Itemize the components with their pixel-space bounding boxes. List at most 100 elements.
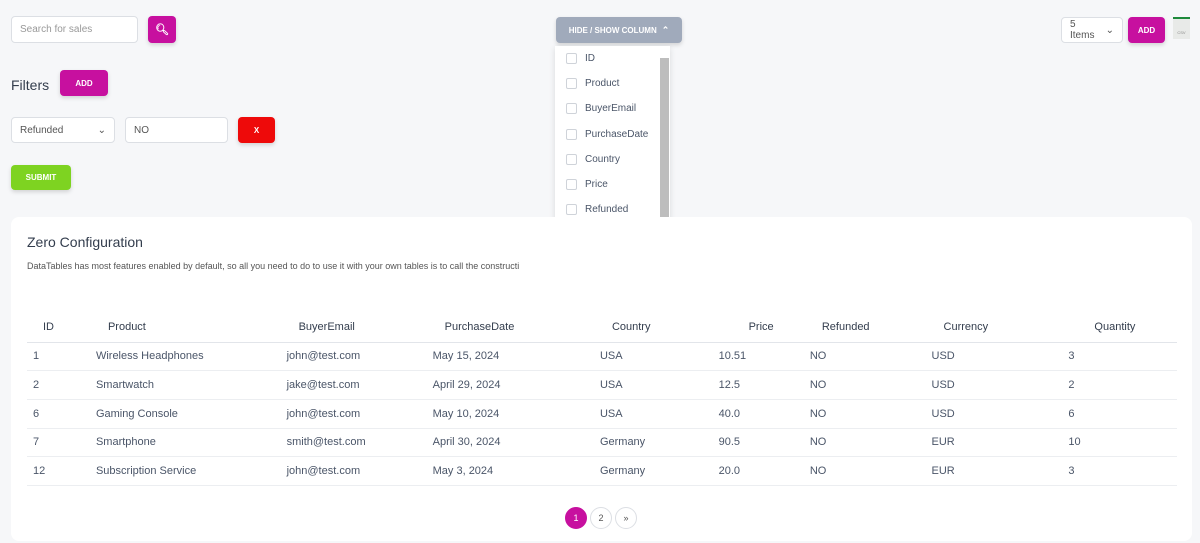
search-button[interactable]: 🔍︎ xyxy=(148,16,176,43)
checkbox[interactable] xyxy=(566,128,577,140)
column-header-purchasedate[interactable]: PurchaseDate xyxy=(432,312,600,343)
cell-price: 40.0 xyxy=(718,399,810,429)
column-toggle-label: Product xyxy=(585,78,620,90)
cell-id: 12 xyxy=(27,456,96,486)
column-toggle-label: Price xyxy=(585,179,608,191)
cell-quantity: 3 xyxy=(1068,342,1177,372)
cell-product: Smartwatch xyxy=(95,370,287,400)
checkbox[interactable] xyxy=(566,153,577,165)
cell-country: USA xyxy=(599,370,719,400)
cell-country: Germany xyxy=(599,456,719,486)
column-toggle-price[interactable]: Price xyxy=(555,172,670,197)
cell-refunded: NO xyxy=(809,428,932,458)
column-header-quantity[interactable]: Quantity xyxy=(1068,312,1177,343)
column-header-product[interactable]: Product xyxy=(95,312,287,343)
cell-quantity: 10 xyxy=(1068,428,1177,458)
column-toggle-label: Country xyxy=(585,153,621,165)
cell-refunded: NO xyxy=(809,370,932,400)
cell-currency: USD xyxy=(931,370,1069,400)
cell-purchasedate: April 29, 2024 xyxy=(432,370,600,400)
column-toggle-purchasedate[interactable]: PurchaseDate xyxy=(555,122,670,147)
card-description: DataTables has most features enabled by … xyxy=(27,261,520,271)
card-title: Zero Configuration xyxy=(27,234,143,250)
table-row[interactable]: 2 Smartwatch jake@test.com April 29, 2024 US… xyxy=(27,370,1177,400)
checkbox[interactable] xyxy=(566,53,577,65)
cell-purchasedate: May 15, 2024 xyxy=(432,342,600,372)
cell-currency: USD xyxy=(931,399,1069,429)
cell-id: 7 xyxy=(27,428,96,458)
cell-product: Wireless Headphones xyxy=(95,342,287,372)
cell-country: USA xyxy=(599,342,719,372)
page-2-button[interactable]: 2 xyxy=(590,507,612,529)
checkbox[interactable] xyxy=(566,179,577,191)
chevron-up-icon: ⌃ xyxy=(661,24,670,35)
cell-buyeremail: john@test.com xyxy=(286,456,433,486)
csv-export-icon[interactable]: CSV xyxy=(1173,17,1190,39)
items-select-value: 5 Items xyxy=(1070,19,1095,41)
cell-id: 2 xyxy=(27,370,96,400)
cell-id: 1 xyxy=(27,342,96,372)
column-toggle-product[interactable]: Product xyxy=(555,71,670,96)
cell-product: Smartphone xyxy=(95,428,287,458)
cell-quantity: 2 xyxy=(1068,370,1177,400)
column-toggle-buyeremail[interactable]: BuyerEmail xyxy=(555,96,670,121)
checkbox[interactable] xyxy=(566,103,577,115)
cell-refunded: NO xyxy=(809,399,932,429)
filter-field-value: Refunded xyxy=(20,124,64,136)
cell-refunded: NO xyxy=(809,456,932,486)
table-row[interactable]: 1 Wireless Headphones john@test.com May 15,… xyxy=(27,342,1177,372)
cell-quantity: 3 xyxy=(1068,456,1177,486)
cell-country: USA xyxy=(599,399,719,429)
cell-price: 10.51 xyxy=(718,342,810,372)
cell-product: Subscription Service xyxy=(95,456,287,486)
cell-price: 20.0 xyxy=(718,456,810,486)
cell-buyeremail: john@test.com xyxy=(286,342,433,372)
column-header-refunded[interactable]: Refunded xyxy=(809,312,932,343)
search-icon: 🔍︎ xyxy=(155,24,169,36)
items-per-page-select[interactable]: 5 Items ⌄ xyxy=(1061,17,1123,43)
column-toggle-label: BuyerEmail xyxy=(585,103,637,115)
table-row[interactable]: 7 Smartphone smith@test.com April 30, 2024 G… xyxy=(27,428,1177,458)
column-header-price[interactable]: Price xyxy=(718,312,810,343)
column-header-buyeremail[interactable]: BuyerEmail xyxy=(286,312,433,343)
cell-refunded: NO xyxy=(809,342,932,372)
table-row[interactable]: 12 Subscription Service john@test.com May 3… xyxy=(27,456,1177,486)
filter-value-input[interactable]: NO xyxy=(125,117,228,143)
hide-show-column-button[interactable]: HIDE / SHOW COLUMN ⌃ xyxy=(556,17,682,43)
cell-currency: USD xyxy=(931,342,1069,372)
add-button[interactable]: ADD xyxy=(1128,17,1165,43)
cell-id: 6 xyxy=(27,399,96,429)
remove-filter-button[interactable]: X xyxy=(238,117,275,143)
column-toggle-country[interactable]: Country xyxy=(555,147,670,172)
checkbox[interactable] xyxy=(566,78,577,90)
cell-price: 90.5 xyxy=(718,428,810,458)
chevron-down-icon: ⌄ xyxy=(1105,24,1114,36)
table-row[interactable]: 6 Gaming Console john@test.com May 10, 2024… xyxy=(27,399,1177,429)
add-filter-button[interactable]: ADD xyxy=(60,70,108,96)
column-toggle-label: Refunded xyxy=(585,204,629,216)
submit-button[interactable]: SUBMIT xyxy=(11,165,71,190)
filter-field-select[interactable]: Refunded ⌄ xyxy=(11,117,115,143)
hide-show-column-label: HIDE / SHOW COLUMN xyxy=(568,25,657,35)
cell-currency: EUR xyxy=(931,428,1069,458)
cell-purchasedate: May 10, 2024 xyxy=(432,399,600,429)
pagination: 1 2» xyxy=(565,507,637,529)
next-page-button[interactable]: » xyxy=(615,507,637,529)
page-1-button[interactable]: 1 xyxy=(565,507,587,529)
column-toggle-label: PurchaseDate xyxy=(585,128,649,140)
column-header-currency[interactable]: Currency xyxy=(931,312,1069,343)
cell-price: 12.5 xyxy=(718,370,810,400)
chevron-down-icon: ⌄ xyxy=(97,124,106,136)
cell-country: Germany xyxy=(599,428,719,458)
column-toggle-id[interactable]: ID xyxy=(555,46,670,71)
data-table: ID Product BuyerEmail PurchaseDate Country Pr… xyxy=(27,312,1177,486)
cell-product: Gaming Console xyxy=(95,399,287,429)
filters-title: Filters xyxy=(11,77,50,93)
cell-buyeremail: john@test.com xyxy=(286,399,433,429)
checkbox[interactable] xyxy=(566,204,577,216)
search-input[interactable]: Search for sales xyxy=(11,16,138,43)
cell-currency: EUR xyxy=(931,456,1069,486)
column-header-country[interactable]: Country xyxy=(599,312,719,343)
cell-purchasedate: April 30, 2024 xyxy=(432,428,600,458)
column-header-id[interactable]: ID xyxy=(27,312,96,343)
